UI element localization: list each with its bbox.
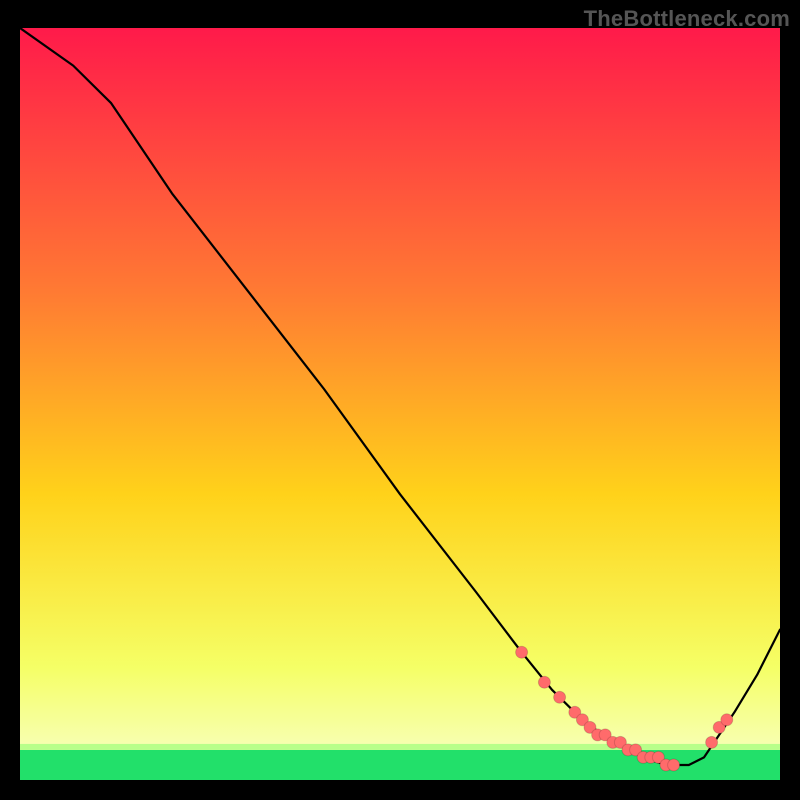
chart-frame: TheBottleneck.com xyxy=(0,0,800,800)
chart-svg xyxy=(20,28,780,780)
plot-area xyxy=(20,28,780,780)
watermark-text: TheBottleneck.com xyxy=(584,6,790,32)
